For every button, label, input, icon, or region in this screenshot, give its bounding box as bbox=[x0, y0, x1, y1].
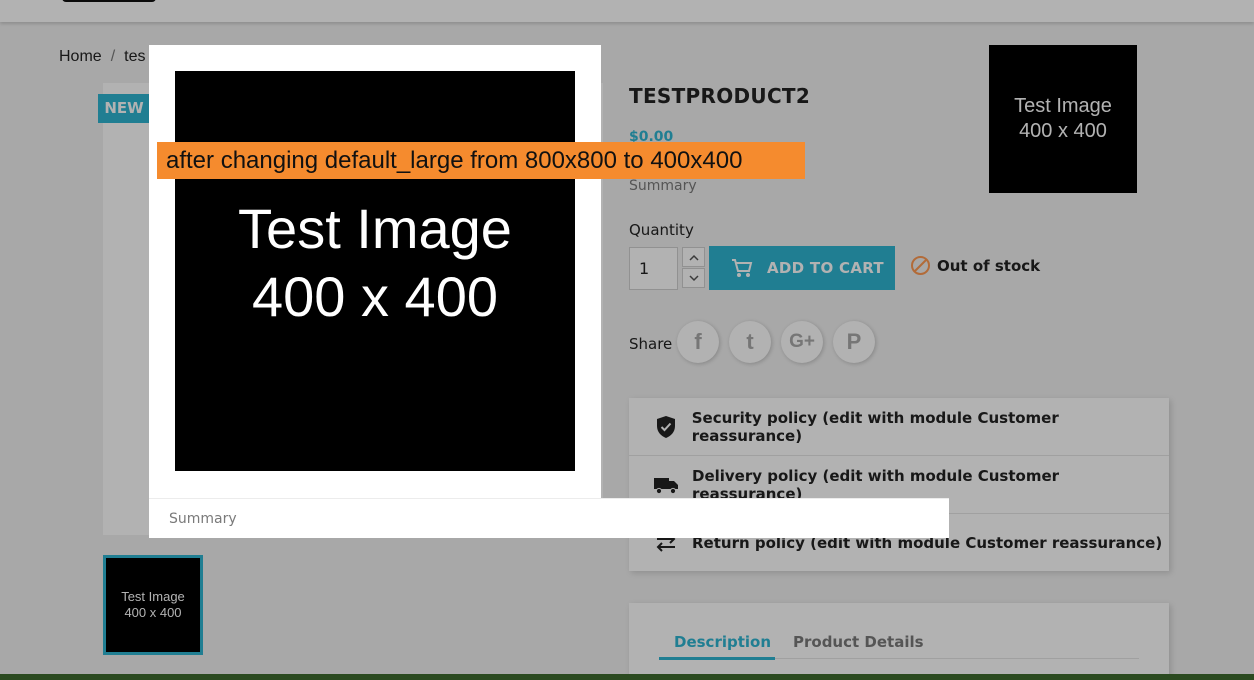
modal-product-image: Test Image 400 x 400 bbox=[175, 71, 575, 471]
modal-image-line2: 400 x 400 bbox=[252, 265, 498, 328]
annotation-label: after changing default_large from 800x80… bbox=[157, 142, 805, 179]
modal-image-line1: Test Image bbox=[238, 197, 512, 260]
modal-caption: Summary bbox=[149, 498, 949, 538]
